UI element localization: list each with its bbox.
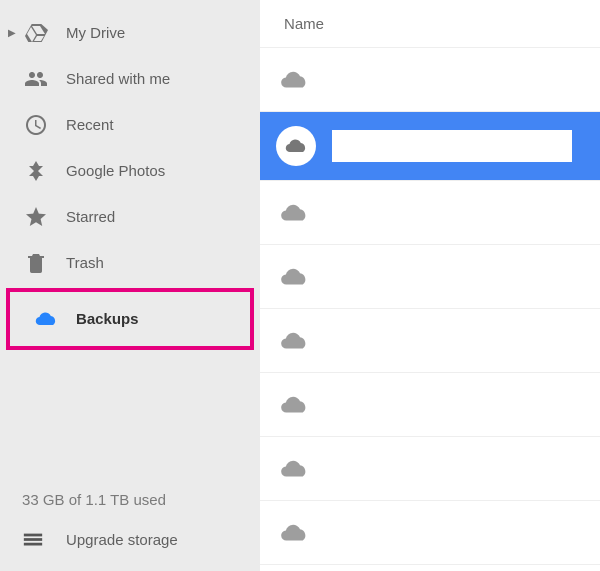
sidebar-item-shared[interactable]: Shared with me (0, 56, 260, 102)
cloud-icon (276, 198, 312, 228)
cloud-icon (276, 454, 312, 484)
column-header-name[interactable]: Name (260, 0, 600, 48)
clock-icon (22, 113, 50, 137)
backup-name (328, 523, 478, 543)
chevron-right-icon: ▶ (8, 28, 22, 39)
backup-row[interactable] (260, 309, 600, 373)
main-panel: Name (260, 0, 600, 571)
upgrade-storage-button[interactable]: Upgrade storage (0, 519, 260, 561)
backup-name (328, 459, 478, 479)
sidebar: ▶ My Drive Shared with me Recent (0, 0, 260, 571)
backup-row[interactable] (260, 181, 600, 245)
backup-name (328, 331, 478, 351)
backup-name (328, 267, 478, 287)
cloud-icon (276, 126, 316, 166)
sidebar-item-my-drive[interactable]: ▶ My Drive (0, 10, 260, 56)
sidebar-item-label: Recent (66, 117, 114, 134)
sidebar-item-starred[interactable]: Starred (0, 194, 260, 240)
backup-list (260, 48, 600, 571)
backup-name (328, 70, 478, 90)
cloud-icon (276, 390, 312, 420)
backup-row[interactable] (260, 373, 600, 437)
sidebar-item-trash[interactable]: Trash (0, 240, 260, 286)
highlight-box: Backups (6, 288, 254, 350)
cloud-icon (32, 307, 60, 331)
sidebar-item-label: Starred (66, 209, 115, 226)
sidebar-item-label: Shared with me (66, 71, 170, 88)
photos-icon (22, 159, 50, 183)
backup-name (332, 130, 572, 162)
cloud-icon (276, 65, 312, 95)
sidebar-item-label: My Drive (66, 25, 125, 42)
backup-row[interactable] (260, 245, 600, 309)
sidebar-item-photos[interactable]: Google Photos (0, 148, 260, 194)
sidebar-item-label: Google Photos (66, 163, 165, 180)
cloud-icon (276, 518, 312, 548)
backup-row[interactable] (260, 437, 600, 501)
cloud-icon (276, 262, 312, 292)
sidebar-item-recent[interactable]: Recent (0, 102, 260, 148)
drive-icon (22, 21, 50, 45)
sidebar-item-label: Trash (66, 255, 104, 272)
backup-row[interactable] (260, 501, 600, 565)
nav-items: ▶ My Drive Shared with me Recent (0, 10, 260, 482)
upgrade-label: Upgrade storage (66, 532, 178, 549)
cloud-icon (276, 326, 312, 356)
star-icon (22, 205, 50, 229)
storage-text: 33 GB of 1.1 TB used (0, 482, 260, 519)
people-icon (22, 67, 50, 91)
backup-name (328, 203, 478, 223)
sidebar-item-backups[interactable]: Backups (10, 296, 250, 342)
sidebar-item-label: Backups (76, 311, 139, 328)
backup-row[interactable] (260, 48, 600, 112)
backup-name (328, 395, 478, 415)
backup-row[interactable] (260, 112, 600, 181)
trash-icon (22, 251, 50, 275)
storage-bars-icon (22, 529, 50, 551)
